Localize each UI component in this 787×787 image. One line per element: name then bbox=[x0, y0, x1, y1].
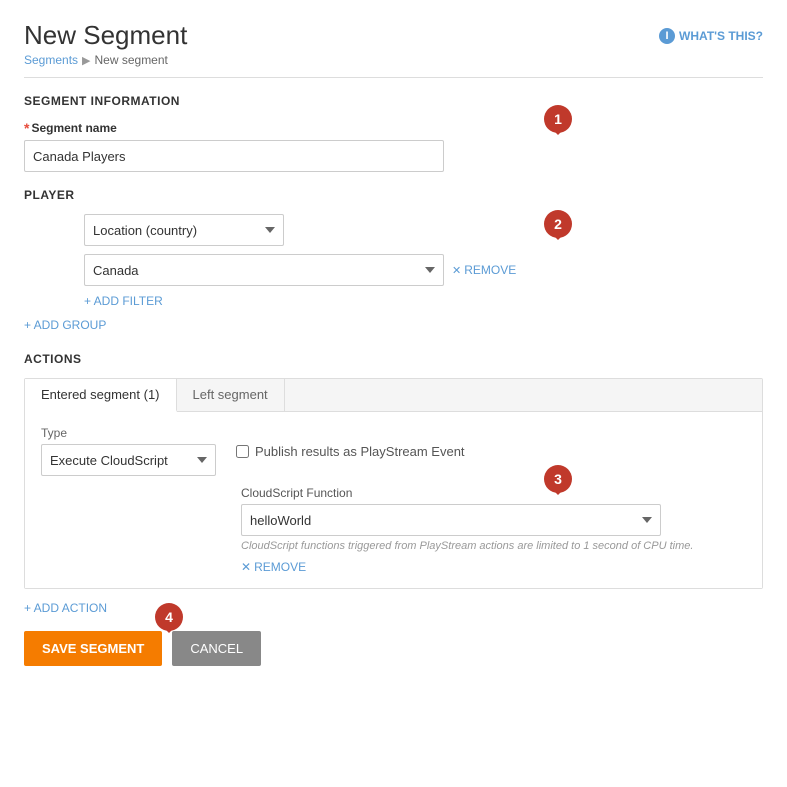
segment-info-title: SEGMENT INFORMATION bbox=[24, 94, 763, 108]
whats-this-button[interactable]: i WHAT'S THIS? bbox=[659, 28, 763, 44]
required-star: * bbox=[24, 120, 29, 136]
cloudscript-section: CloudScript Function helloWorld processP… bbox=[41, 486, 746, 574]
breadcrumb-separator: ▶ bbox=[82, 54, 90, 67]
filter-type-select[interactable]: Location (country) Level Tag Stat bbox=[84, 214, 284, 246]
segment-information-section: SEGMENT INFORMATION * Segment name bbox=[24, 94, 763, 172]
action-remove-label: REMOVE bbox=[254, 560, 306, 574]
tooltip-4: 4 bbox=[155, 603, 183, 631]
tooltip-2: 2 bbox=[544, 210, 572, 238]
actions-title: ACTIONS bbox=[24, 352, 763, 366]
publish-label: Publish results as PlayStream Event bbox=[255, 444, 465, 459]
whats-this-label: WHAT'S THIS? bbox=[679, 29, 763, 43]
tooltip-1: 1 bbox=[544, 105, 572, 133]
filter-remove-button[interactable]: ✕ REMOVE bbox=[452, 263, 516, 277]
add-filter-button[interactable]: + ADD FILTER bbox=[84, 294, 163, 308]
add-action-button[interactable]: + ADD ACTION bbox=[24, 601, 107, 615]
breadcrumb-parent[interactable]: Segments bbox=[24, 53, 78, 67]
page-title: New Segment bbox=[24, 20, 763, 51]
segment-name-input[interactable] bbox=[24, 140, 444, 172]
breadcrumb-current: New segment bbox=[95, 53, 168, 67]
filter-remove-label: REMOVE bbox=[464, 263, 516, 277]
tab-left-segment[interactable]: Left segment bbox=[177, 379, 285, 411]
action-remove-button[interactable]: ✕ REMOVE bbox=[241, 560, 746, 574]
filter-type-row: Location (country) Level Tag Stat bbox=[84, 214, 763, 246]
info-icon: i bbox=[659, 28, 675, 44]
publish-checkbox[interactable] bbox=[236, 445, 249, 458]
segment-name-label: * Segment name bbox=[24, 120, 763, 136]
filter-value-row: Canada United States United Kingdom ✕ RE… bbox=[84, 254, 763, 286]
tabs-header: Entered segment (1) Left segment bbox=[25, 379, 762, 412]
publish-row: Publish results as PlayStream Event bbox=[236, 444, 465, 459]
tab-entered-segment[interactable]: Entered segment (1) bbox=[25, 379, 177, 412]
cloudscript-function-select[interactable]: helloWorld processPlayer bbox=[241, 504, 661, 536]
breadcrumb: Segments ▶ New segment bbox=[24, 53, 763, 67]
type-label: Type bbox=[41, 426, 216, 440]
add-group-button[interactable]: + ADD GROUP bbox=[24, 318, 106, 332]
cancel-button[interactable]: CANCEL bbox=[172, 631, 261, 666]
action-remove-x-icon: ✕ bbox=[241, 560, 251, 574]
cloudscript-note: CloudScript functions triggered from Pla… bbox=[241, 540, 746, 552]
type-field: Type Execute CloudScript Ban User Send P… bbox=[41, 426, 216, 476]
page-wrapper: 1 2 3 4 New Segment Segments ▶ New segme… bbox=[0, 0, 787, 686]
type-select[interactable]: Execute CloudScript Ban User Send Push N… bbox=[41, 444, 216, 476]
tab-content: Type Execute CloudScript Ban User Send P… bbox=[25, 412, 762, 588]
cloudscript-function-label: CloudScript Function bbox=[241, 486, 746, 500]
actions-tabs-container: Entered segment (1) Left segment Type Ex… bbox=[24, 378, 763, 589]
player-section-title: PLAYER bbox=[24, 188, 763, 202]
bottom-buttons: SAVE SEGMENT CANCEL bbox=[24, 631, 763, 666]
tooltip-3: 3 bbox=[544, 465, 572, 493]
actions-section: ACTIONS Entered segment (1) Left segment… bbox=[24, 352, 763, 615]
save-segment-button[interactable]: SAVE SEGMENT bbox=[24, 631, 162, 666]
filter-value-select[interactable]: Canada United States United Kingdom bbox=[84, 254, 444, 286]
player-section: PLAYER Location (country) Level Tag Stat… bbox=[24, 188, 763, 308]
remove-x-icon: ✕ bbox=[452, 264, 461, 277]
divider-1 bbox=[24, 77, 763, 78]
